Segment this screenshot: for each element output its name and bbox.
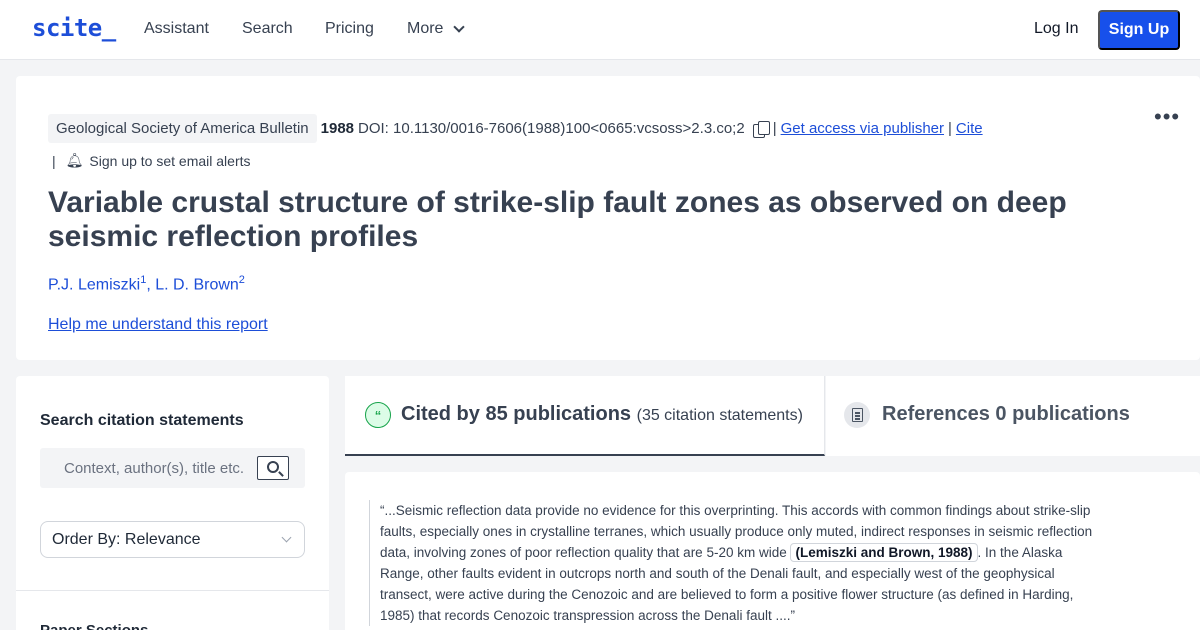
journal-name[interactable]: Geological Society of America Bulletin xyxy=(48,114,317,143)
nav-pricing[interactable]: Pricing xyxy=(325,20,374,38)
tab-references-label: References 0 publications xyxy=(882,403,1130,425)
paper-meta-row: Geological Society of America Bulletin 1… xyxy=(48,114,983,143)
get-access-link[interactable]: Get access via publisher xyxy=(781,120,944,137)
citation-search-input[interactable] xyxy=(40,448,255,488)
in-text-citation[interactable]: (Lemiszki and Brown, 1988) xyxy=(790,543,978,562)
paper-header-card: Geological Society of America Bulletin 1… xyxy=(16,76,1200,360)
paper-title: Variable crustal structure of strike-sli… xyxy=(48,186,1067,253)
nav-search[interactable]: Search xyxy=(242,20,293,38)
affiliation-marker: 1 xyxy=(140,274,147,286)
nav-more-label: More xyxy=(407,20,444,37)
signup-button[interactable]: Sign Up xyxy=(1098,10,1180,50)
citation-bubble-icon: “ xyxy=(365,402,391,428)
login-link[interactable]: Log In xyxy=(1034,20,1078,38)
cite-link[interactable]: Cite xyxy=(956,120,983,137)
author-list: P.J. Lemiszki1, L. D. Brown2 xyxy=(48,274,245,294)
citation-tabs: “ Cited by 85 publications (35 citation … xyxy=(345,376,1200,456)
separator: | xyxy=(772,120,777,137)
nav-more-menu[interactable]: More xyxy=(407,20,466,38)
order-by-value: Order By: Relevance xyxy=(52,530,201,548)
tab-cited-label: Cited by 85 publications xyxy=(401,403,632,425)
scite-logo[interactable]: scite_ xyxy=(32,14,116,42)
top-navigation: scite_ Assistant Search Pricing More Log… xyxy=(0,0,1200,60)
tab-references[interactable]: References 0 publications xyxy=(826,376,1200,456)
affiliation-marker: 2 xyxy=(238,274,245,286)
search-icon xyxy=(267,461,279,473)
paper-sections-heading[interactable]: Paper Sections xyxy=(40,622,148,630)
chevron-down-icon xyxy=(453,20,466,33)
tab-cited-sub: (35 citation statements) xyxy=(636,407,803,424)
citation-statement-card: “...Seismic reflection data provide no e… xyxy=(345,472,1200,630)
publication-year: 1988 xyxy=(320,120,355,137)
more-options-icon[interactable]: ••• xyxy=(1154,104,1180,130)
separator: | xyxy=(52,152,56,169)
email-alerts-label: Sign up to set email alerts xyxy=(89,152,251,169)
bell-icon: 🔔︎ xyxy=(65,152,84,168)
author-link[interactable]: P.J. Lemiszki xyxy=(48,276,140,293)
document-icon xyxy=(844,402,870,428)
separator: | xyxy=(948,120,952,137)
search-button[interactable] xyxy=(257,456,289,480)
help-understand-link[interactable]: Help me understand this report xyxy=(48,316,268,334)
chevron-down-icon xyxy=(281,532,292,543)
divider xyxy=(16,590,329,591)
nav-assistant[interactable]: Assistant xyxy=(144,20,209,38)
tab-cited-by[interactable]: “ Cited by 85 publications (35 citation … xyxy=(345,376,825,456)
citation-sidebar: Search citation statements Order By: Rel… xyxy=(16,376,329,630)
sidebar-title: Search citation statements xyxy=(40,412,244,429)
author-link[interactable]: L. D. Brown xyxy=(155,276,239,293)
order-by-select[interactable]: Order By: Relevance xyxy=(40,521,305,558)
citation-quote: “...Seismic reflection data provide no e… xyxy=(369,500,1093,626)
copy-icon[interactable] xyxy=(752,120,770,138)
doi-text: DOI: 10.1130/0016-7606(1988)100<0665:vcs… xyxy=(358,120,745,137)
tab-cited-label-wrap: Cited by 85 publications (35 citation st… xyxy=(401,403,803,426)
email-alerts-row[interactable]: | 🔔︎ Sign up to set email alerts xyxy=(52,152,251,169)
citation-search-box xyxy=(40,448,305,488)
